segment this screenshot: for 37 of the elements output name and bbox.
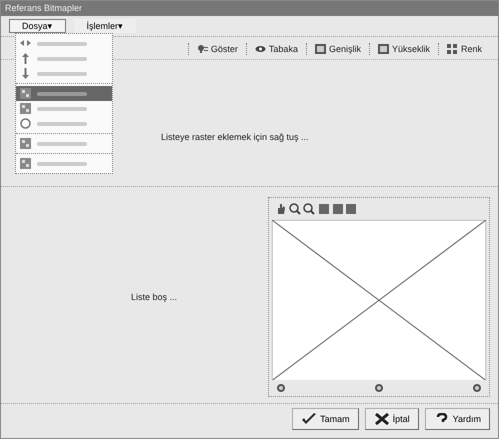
lamp-icon bbox=[196, 44, 208, 54]
up-icon bbox=[20, 53, 31, 64]
check-icon bbox=[301, 413, 318, 425]
color-icon bbox=[446, 44, 458, 54]
illegible-label bbox=[37, 72, 87, 76]
menu-item[interactable] bbox=[16, 86, 112, 101]
dialog-button[interactable]: İptal bbox=[364, 408, 419, 430]
close-icon bbox=[374, 413, 390, 425]
illegible-label bbox=[37, 56, 87, 60]
empty-list-text: Liste boş ... bbox=[131, 292, 178, 302]
illegible-label bbox=[37, 142, 87, 146]
grid-icon bbox=[20, 88, 31, 99]
menu-button[interactable]: İşlemler▾ bbox=[74, 18, 136, 33]
column-header[interactable]: Renk bbox=[438, 42, 490, 55]
eye-icon bbox=[254, 44, 266, 54]
column-header[interactable]: Yükseklik bbox=[368, 42, 438, 55]
column-header[interactable]: Genişlik bbox=[306, 42, 369, 55]
grid-icon bbox=[20, 103, 31, 114]
dialog-button[interactable]: Yardım bbox=[424, 408, 490, 430]
arrows-icon bbox=[20, 38, 31, 49]
grid-icon bbox=[20, 158, 31, 169]
dialog-button[interactable]: Tamam bbox=[292, 408, 359, 430]
illegible-label bbox=[37, 42, 87, 46]
illegible-label bbox=[37, 92, 87, 96]
down-icon bbox=[20, 68, 31, 79]
empty-image-icon bbox=[272, 220, 486, 380]
window-title: Referans Bitmapler bbox=[1, 1, 498, 16]
illegible-label bbox=[37, 122, 87, 126]
illegible-label bbox=[37, 106, 87, 110]
illegible-label bbox=[37, 162, 87, 166]
zoom-tools-icon[interactable] bbox=[276, 202, 356, 214]
column-header[interactable]: Göster bbox=[188, 42, 246, 55]
globe-icon bbox=[20, 118, 31, 129]
column-header[interactable]: Tabaka bbox=[246, 42, 306, 55]
grid-icon bbox=[20, 138, 31, 149]
menu-button[interactable]: Dosya▾ bbox=[9, 18, 66, 33]
hint-text: Listeye raster eklemek için sağ tuş ... bbox=[161, 132, 310, 142]
